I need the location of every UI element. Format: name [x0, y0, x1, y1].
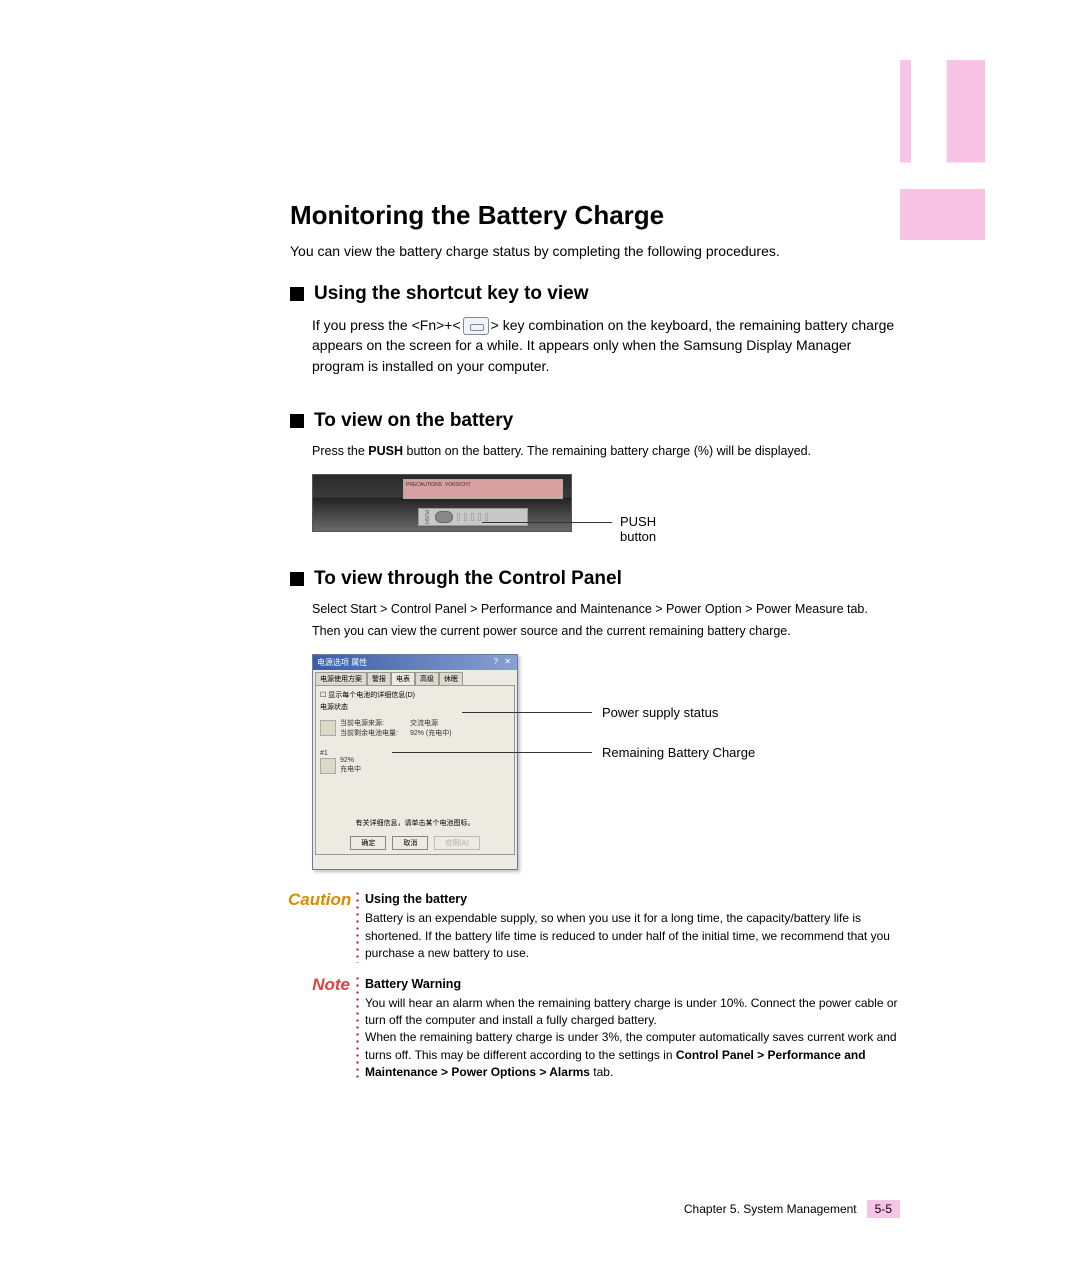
- page-title: Monitoring the Battery Charge: [290, 200, 900, 231]
- caution-text: Battery is an expendable supply, so when…: [365, 910, 900, 962]
- section-controlpanel-title: To view through the Control Panel: [314, 568, 622, 590]
- dialog-tabs: 电源使用方案 警报 电表 高级 休眠: [313, 670, 517, 685]
- power-supply-row: 当前电源来源: 当前剩余电池电量: 交流电源 92% (充电中): [320, 718, 510, 738]
- tab-scheme: 电源使用方案: [315, 672, 367, 685]
- intro-text: You can view the battery charge status b…: [290, 243, 900, 259]
- caution-badge: Caution: [288, 890, 356, 962]
- section-shortcut-heading: Using the shortcut key to view: [290, 283, 900, 305]
- battery-sticker: PRECAUTIONS VORSICHT: [403, 479, 563, 499]
- note-text-2: When the remaining battery charge is und…: [365, 1029, 900, 1081]
- window-controls-icon: ? ✕: [494, 657, 513, 668]
- square-bullet-icon: [290, 287, 304, 301]
- tab-alarm: 警报: [367, 672, 391, 685]
- battery-figure: PRECAUTIONS VORSICHT PUSH PUSH button: [312, 474, 692, 544]
- caution-heading: Using the battery: [365, 890, 900, 908]
- caution-block: Caution Using the battery Battery is an …: [288, 890, 900, 962]
- plug-icon: [320, 720, 336, 736]
- tab-hibernate: 休眠: [439, 672, 463, 685]
- dotted-rule: [356, 975, 359, 1082]
- battery-indicator-strip: PUSH: [418, 508, 528, 526]
- power-supply-callout: Power supply status: [602, 705, 718, 720]
- ok-button: 确定: [350, 836, 386, 850]
- battery-icon: [320, 758, 336, 774]
- push-button-icon: [435, 511, 453, 523]
- page-content: Monitoring the Battery Charge You can vi…: [290, 200, 900, 1082]
- square-bullet-icon: [290, 414, 304, 428]
- dotted-rule: [356, 890, 359, 962]
- section-controlpanel-body1: Select Start > Control Panel > Performan…: [312, 600, 900, 618]
- power-options-dialog: 电源选项 属性? ✕ 电源使用方案 警报 电表 高级 休眠 ☐ 显示每个电池的详…: [312, 654, 518, 870]
- cancel-button: 取消: [392, 836, 428, 850]
- dialog-body: ☐ 显示每个电池的详细信息(D) 电源状态 当前电源来源: 当前剩余电池电量: …: [315, 685, 515, 855]
- section-battery-title: To view on the battery: [314, 410, 513, 432]
- page-footer: Chapter 5. System Management 5-5: [684, 1200, 900, 1218]
- section-controlpanel-body2: Then you can view the current power sour…: [312, 622, 900, 640]
- footer-chapter: Chapter 5. System Management: [684, 1202, 857, 1216]
- footer-page-number: 5-5: [867, 1200, 900, 1218]
- remaining-charge-callout: Remaining Battery Charge: [602, 745, 755, 760]
- section-shortcut-body: If you press the <Fn>+<> key combination…: [312, 315, 900, 376]
- apply-button: 应用(A): [434, 836, 479, 850]
- tab-meter: 电表: [391, 672, 415, 685]
- push-button-callout: PUSH button: [620, 514, 692, 544]
- dialog-titlebar: 电源选项 属性? ✕: [313, 655, 517, 670]
- section-battery-heading: To view on the battery: [290, 410, 900, 432]
- battery-image: PRECAUTIONS VORSICHT PUSH: [312, 474, 572, 532]
- chapter-number: 1: [850, 0, 995, 230]
- section-shortcut-title: Using the shortcut key to view: [314, 283, 589, 305]
- section-battery-body: Press the PUSH button on the battery. Th…: [312, 442, 900, 460]
- square-bullet-icon: [290, 572, 304, 586]
- power-options-figure: 电源选项 属性? ✕ 电源使用方案 警报 电表 高级 休眠 ☐ 显示每个电池的详…: [312, 654, 772, 874]
- note-block: Note Battery Warning You will hear an al…: [288, 975, 900, 1082]
- tab-advanced: 高级: [415, 672, 439, 685]
- note-heading: Battery Warning: [365, 975, 900, 993]
- section-controlpanel-heading: To view through the Control Panel: [290, 568, 900, 590]
- battery-key-icon: [463, 317, 489, 335]
- note-badge: Note: [288, 975, 356, 1082]
- note-text-1: You will hear an alarm when the remainin…: [365, 995, 900, 1030]
